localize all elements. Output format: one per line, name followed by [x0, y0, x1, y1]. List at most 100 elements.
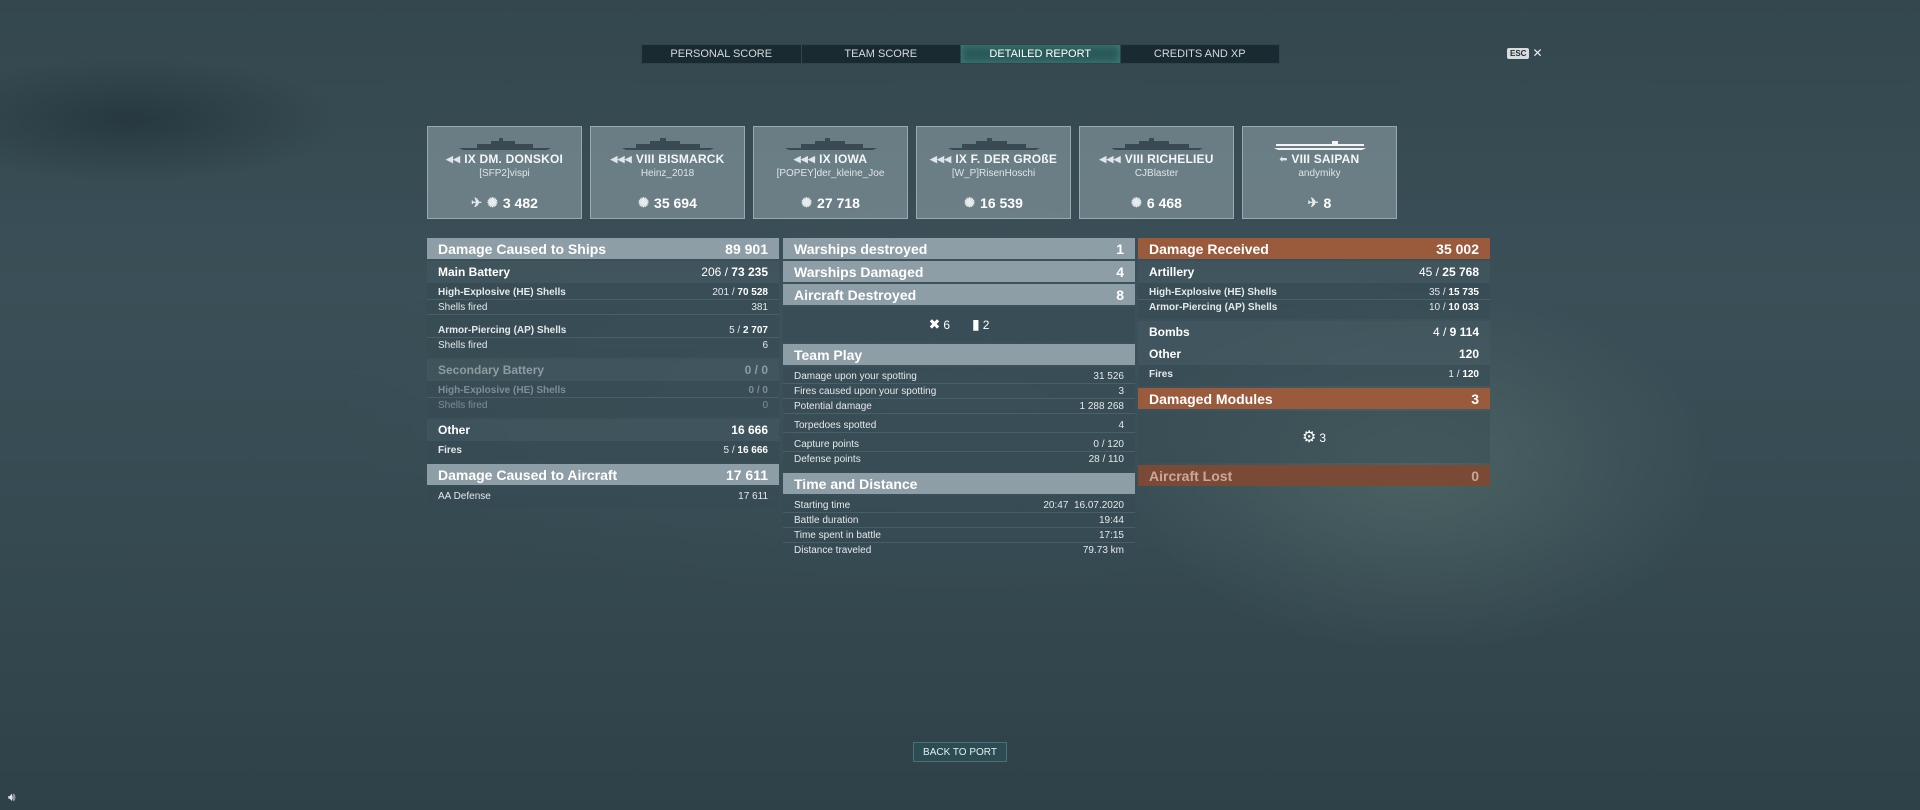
- battleship-class-icon: ◀◀◀: [793, 153, 816, 164]
- ap-shells-row: Armor-Piercing (AP) Shells 10 / 10 033: [1149, 302, 1479, 313]
- esc-key-icon: ESC: [1507, 47, 1530, 59]
- tab-detailed-report[interactable]: DETAILED REPORT: [961, 45, 1121, 63]
- ship-stat: ✈ 8: [1307, 195, 1332, 211]
- battleship-silhouette-icon: [947, 138, 1040, 150]
- damage-caused-to-aircraft-header: Damage Caused to Aircraft 17 611: [427, 464, 779, 485]
- ship-name: ◀◀◀ VIII BISMARCK: [610, 152, 725, 166]
- bombs-row: Bombs 4 / 9 114: [1138, 321, 1490, 343]
- aa-defense-row: AA Defense 17 611: [438, 491, 768, 502]
- team-play-row: Capture points 0 / 120: [783, 437, 1135, 452]
- ship-name: ◀◀ IX DM. DONSKOI: [445, 152, 564, 166]
- damaged-modules-header: Damaged Modules 3: [1138, 388, 1490, 409]
- he-shells-row: High-Explosive (HE) Shells 201 / 70 528: [427, 285, 779, 300]
- tab-team-score[interactable]: TEAM SCORE: [802, 45, 961, 63]
- player-name: [W_P]RisenHoschi: [951, 168, 1036, 179]
- ship-card[interactable]: ◀◀◀ IX F. DER GROßE [W_P]RisenHoschi ✺ 16 …: [916, 126, 1071, 219]
- explosion-icon: ✺: [801, 195, 813, 210]
- ship-card[interactable]: ◀◀ IX DM. DONSKOI [SFP2]vispi ✈ ✺ 3 482: [427, 126, 582, 219]
- damaged-module-stat[interactable]: ⚙ 3: [1302, 427, 1326, 447]
- aircraft-destroyed-header: Aircraft Destroyed 8: [783, 284, 1135, 305]
- cruiser-silhouette-icon: [458, 138, 551, 150]
- ship-card[interactable]: ◀◀◀ IX IOWA [POPEY]der_kleine_Joe ✺ 27 718: [753, 126, 908, 219]
- ship-card[interactable]: ◀◀◀ VIII BISMARCK Heinz_2018 ✺ 35 694: [590, 126, 745, 219]
- he-shells-row: High-Explosive (HE) Shells 35 / 15 735: [1138, 285, 1490, 300]
- time-distance-row: Battle duration 19:44: [783, 513, 1135, 528]
- artillery-row: Artillery 45 / 25 768: [1138, 261, 1490, 283]
- ship-stat: ✺ 35 694: [638, 195, 697, 211]
- close-icon: ✕: [1532, 46, 1543, 60]
- speaker-icon[interactable]: 🔊︎: [8, 790, 16, 805]
- warships-column: Warships destroyed 1 Warships Damaged 4 Ai…: [783, 238, 1135, 564]
- close-button[interactable]: ESC ✕: [1507, 46, 1543, 60]
- player-name: andymiky: [1298, 168, 1341, 179]
- damage-received-header: Damage Received 35 002: [1138, 238, 1490, 259]
- team-play-row: Potential damage 1 288 268: [783, 399, 1135, 414]
- damage-caused-to-ships-header: Damage Caused to Ships 89 901: [427, 238, 779, 259]
- other-row: Other 16 666: [427, 419, 779, 441]
- other-row: Other 120: [1138, 343, 1490, 365]
- warships-damaged-header: Warships Damaged 4: [783, 261, 1135, 282]
- team-play-row: Defense points 28 / 110: [794, 454, 1124, 465]
- aa-details: AA Defense 17 611: [427, 487, 779, 508]
- ship-card[interactable]: ⬅ VIII SAIPAN andymiky ✈ 8: [1242, 126, 1397, 219]
- tab-personal-score[interactable]: PERSONAL SCORE: [642, 45, 802, 63]
- time-distance-row: Time spent in battle 17:15: [783, 528, 1135, 543]
- battleship-silhouette-icon: [621, 138, 714, 150]
- artillery-details: High-Explosive (HE) Shells 35 / 15 735 Ar…: [1138, 283, 1490, 319]
- battleship-class-icon: ◀◀◀: [1099, 153, 1121, 164]
- aircraft-destroyed-breakdown: ✖ 6 ▮ 2: [783, 307, 1135, 342]
- aircraft-shot-down-icon: ✖: [928, 316, 941, 332]
- shells-fired-row: Shells fired 6: [438, 340, 768, 351]
- ship-name: ⬅ VIII SAIPAN: [1279, 152, 1360, 166]
- ship-card[interactable]: ◀◀◀ VIII RICHELIEU CJBlaster ✺ 6 468: [1079, 126, 1234, 219]
- secondary-he-shells-row: High-Explosive (HE) Shells 0 / 0: [427, 383, 779, 398]
- bomber-icon: ✈: [471, 195, 482, 210]
- aircraft-other-stat: ▮ 2: [972, 316, 990, 332]
- carrier-silhouette-icon: [1273, 141, 1366, 150]
- warships-destroyed-header: Warships destroyed 1: [783, 238, 1135, 259]
- ship-name: ◀◀◀ IX IOWA: [793, 152, 868, 166]
- ship-name: ◀◀◀ IX F. DER GROßE: [929, 152, 1058, 166]
- player-name: Heinz_2018: [640, 168, 695, 179]
- other-received-details: Fires 1 / 120: [1138, 365, 1490, 386]
- tab-credits-and-xp[interactable]: CREDITS AND XP: [1121, 45, 1280, 63]
- team-play-header: Team Play: [783, 344, 1135, 365]
- time-and-distance-header: Time and Distance: [783, 473, 1135, 494]
- carrier-class-icon: ⬅: [1279, 153, 1288, 164]
- ship-name: ◀◀◀ VIII RICHELIEU: [1099, 152, 1214, 166]
- secondary-battery-details: High-Explosive (HE) Shells 0 / 0 Shells f…: [427, 381, 779, 417]
- battleship-silhouette-icon: [784, 138, 877, 150]
- explosion-icon: ✺: [486, 195, 498, 210]
- ship-stat: ✺ 16 539: [964, 195, 1023, 211]
- team-play-row: Fires caused upon your spotting 3: [783, 384, 1135, 399]
- shells-fired-row: Shells fired 0: [438, 400, 768, 411]
- main-battery-details: High-Explosive (HE) Shells 201 / 70 528 S…: [427, 283, 779, 357]
- player-name: [SFP2]vispi: [479, 168, 530, 179]
- secondary-battery-row: Secondary Battery 0 / 0: [427, 359, 779, 381]
- team-play-details: Damage upon your spotting 31 526 Fires ca…: [783, 367, 1135, 471]
- time-distance-row: Starting time 20:47 16.07.2020: [783, 498, 1135, 513]
- player-name: [POPEY]der_kleine_Joe: [776, 168, 885, 179]
- cruiser-class-icon: ◀◀: [445, 153, 461, 164]
- damage-received-column: Damage Received 35 002 Artillery 45 / 25 7…: [1138, 238, 1490, 488]
- other-details: Fires 5 / 16 666: [427, 441, 779, 462]
- team-play-row: Damage upon your spotting 31 526: [783, 369, 1135, 384]
- explosion-icon: ✺: [964, 195, 976, 210]
- battleship-class-icon: ◀◀◀: [610, 153, 632, 164]
- fires-row: Fires 1 / 120: [1149, 369, 1479, 380]
- main-battery-row: Main Battery 206 / 73 235: [427, 261, 779, 283]
- battleship-silhouette-icon: [1110, 138, 1203, 150]
- time-and-distance-details: Starting time 20:47 16.07.2020 Battle dur…: [783, 496, 1135, 562]
- fires-row: Fires 5 / 16 666: [438, 445, 768, 456]
- back-to-port-button[interactable]: BACK TO PORT: [913, 742, 1007, 762]
- player-name: CJBlaster: [1134, 168, 1179, 179]
- ap-shells-row: Armor-Piercing (AP) Shells 5 / 2 707: [427, 323, 779, 338]
- time-distance-row: Distance traveled 79.73 km: [794, 545, 1124, 556]
- ship-stat: ✺ 6 468: [1131, 195, 1182, 211]
- battleship-class-icon: ◀◀◀: [929, 153, 952, 164]
- explosion-icon: ✺: [1131, 195, 1142, 210]
- ship-stat: ✈ ✺ 3 482: [471, 195, 538, 211]
- ship-cards: ◀◀ IX DM. DONSKOI [SFP2]vispi ✈ ✺ 3 482 ◀◀◀…: [427, 126, 1397, 219]
- shells-fired-row: Shells fired 381: [427, 300, 779, 315]
- fighter-icon: ▮: [972, 316, 980, 332]
